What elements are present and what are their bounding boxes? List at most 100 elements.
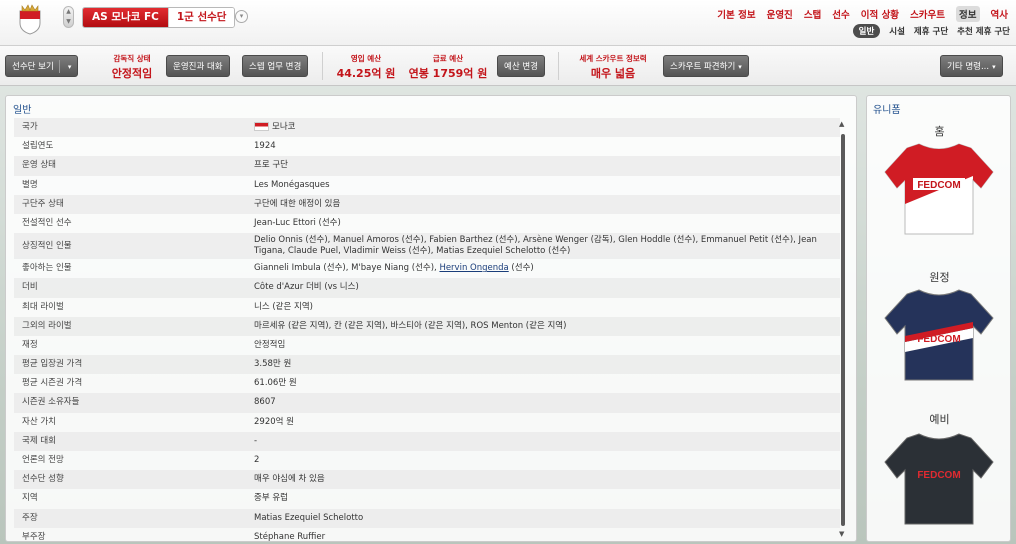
table-row: 상징적인 인물 Delio Onnis (선수), Manuel Amoros (… xyxy=(14,233,840,260)
row-value-text: - xyxy=(254,435,258,446)
subnav-item[interactable]: 제휴 구단 xyxy=(914,25,948,38)
third-shirt-icon: FEDCOM xyxy=(884,433,994,525)
row-value-text: 2 xyxy=(254,455,260,465)
row-value: Jean-Luc Ettori (선수) xyxy=(254,214,834,233)
row-value-text: Stéphane Ruffier xyxy=(254,531,326,542)
row-label: 선수단 성향 xyxy=(22,474,64,485)
home-shirt-icon: FEDCOM xyxy=(884,143,994,235)
row-value-text: 1924 xyxy=(254,141,276,152)
row-value: Matias Ezequiel Schelotto xyxy=(254,509,834,528)
board-talk-button[interactable]: 운영진과 대화 xyxy=(166,55,230,77)
row-value: 프로 구단 xyxy=(254,156,834,175)
table-row: 전설적인 선수 Jean-Luc Ettori (선수) xyxy=(14,214,840,233)
squad-tab[interactable]: 1군 선수단 xyxy=(167,8,235,27)
row-value-text: Côte d'Azur 더비 (vs 니스) xyxy=(254,282,359,293)
nav-item[interactable]: 스카우트 xyxy=(910,7,945,22)
table-row: 운영 상태 프로 구단 xyxy=(14,156,840,176)
row-value-text: 2920억 원 xyxy=(254,416,294,427)
row-value: Delio Onnis (선수), Manuel Amoros (선수), Fa… xyxy=(254,233,834,257)
kit-panel: 유니폼 홈 FEDCOM 원정 FEDCOM 예비 FEDCOM xyxy=(866,95,1011,542)
chevron-down-icon[interactable]: ▾ xyxy=(235,10,248,23)
row-value-text: 중부 유럽 xyxy=(254,493,288,504)
subnav-item[interactable]: 일반 xyxy=(852,24,881,38)
away-shirt-icon: FEDCOM xyxy=(884,289,994,381)
row-label: 지역 xyxy=(22,493,38,504)
scroll-down-icon[interactable]: ▼ xyxy=(839,530,844,538)
table-row: 주장 Matias Ezequiel Schelotto xyxy=(14,508,840,528)
away-kit-sponsor: FEDCOM xyxy=(917,334,960,345)
divider xyxy=(558,52,559,80)
table-row: 더비 Côte d'Azur 더비 (vs 니스) xyxy=(14,278,840,298)
home-kit-label: 홈 xyxy=(934,125,945,138)
row-value-text: 매우 야심에 차 있음 xyxy=(254,474,325,485)
row-label: 최대 라이벌 xyxy=(22,301,64,312)
scrollbar[interactable]: ▲ ▼ xyxy=(839,120,847,538)
main-nav: 기본 정보 운영진 스탭 선수 이적 상황 스카우트 정보 역사 xyxy=(717,6,1008,22)
row-value-text: Jean-Luc Ettori (선수) xyxy=(254,217,341,228)
nav-item[interactable]: 역사 xyxy=(991,7,1008,22)
table-row: 자산 가치 2920억 원 xyxy=(14,413,840,432)
row-value: 안정적임 xyxy=(254,336,834,355)
wage-budget: 급료 예산 연봉 1759억 원 xyxy=(408,53,488,81)
monaco-flag-icon xyxy=(254,122,269,131)
divider xyxy=(322,52,323,80)
nav-item[interactable]: 정보 xyxy=(956,6,980,22)
nav-item[interactable]: 스탭 xyxy=(804,7,821,22)
row-value-text: Gianneli Imbula (선수), M'baye Niang (선수), xyxy=(254,263,440,274)
person-link[interactable]: Hervin Ongenda xyxy=(439,263,508,273)
row-label: 국제 대회 xyxy=(22,435,56,446)
panel-title: 일반 xyxy=(13,105,32,116)
transfer-budget: 영입 예산 44.25억 원 xyxy=(336,53,396,81)
subnav-item[interactable]: 추천 제휴 구단 xyxy=(957,25,1010,38)
row-label: 자산 가치 xyxy=(22,416,56,427)
nav-item[interactable]: 이적 상황 xyxy=(861,7,899,22)
other-orders-button[interactable]: 기타 명령... ▾ xyxy=(940,55,1003,77)
kit-panel-title: 유니폼 xyxy=(873,105,901,116)
manager-status: 감독직 상태 안정적임 xyxy=(105,53,159,81)
row-label: 더비 xyxy=(22,282,38,293)
scout-range: 세계 스카우트 정보력 매우 넓음 xyxy=(570,53,656,81)
row-value-suffix: (선수) xyxy=(508,263,534,274)
table-row: 시즌권 소유자들 8607 xyxy=(14,393,840,413)
table-row: 그외의 라이벌 마르세유 (같은 지역), 칸 (같은 지역), 바스티아 (같은… xyxy=(14,316,840,336)
row-value: Gianneli Imbula (선수), M'baye Niang (선수),… xyxy=(254,259,834,278)
caret-down-icon: ▾ xyxy=(738,63,742,71)
row-label: 주장 xyxy=(22,512,38,523)
table-row: 설립연도 1924 xyxy=(14,137,840,156)
row-value: 2 xyxy=(254,451,834,470)
budget-change-button[interactable]: 예산 변경 xyxy=(497,55,545,77)
away-kit-label: 원정 xyxy=(929,271,950,284)
club-name-tab[interactable]: AS 모나코 FC xyxy=(83,8,168,27)
table-row: 선수단 성향 매우 야심에 차 있음 xyxy=(14,470,840,490)
squad-view-button[interactable]: 선수단 보기 ▾ xyxy=(5,55,79,77)
row-value: 중부 유럽 xyxy=(254,489,834,508)
table-row: 언론의 전망 2 xyxy=(14,451,840,470)
club-stepper[interactable]: ▲ ▼ xyxy=(63,6,74,28)
row-value: 매우 야심에 차 있음 xyxy=(254,470,834,489)
scroll-thumb[interactable] xyxy=(841,134,845,526)
caret-down-icon: ▾ xyxy=(992,63,996,71)
general-info-panel: 일반 국가 모나코 설립연도 1924 운영 상태 프로 구단 별명 Les Monégasq… xyxy=(5,95,857,542)
row-label: 그외의 라이벌 xyxy=(22,320,72,331)
row-label: 시즌권 소유자들 xyxy=(22,397,80,408)
row-value-text: 3.58만 원 xyxy=(254,359,292,370)
wage-budget-value: 연봉 1759억 원 xyxy=(408,67,488,80)
scout-dispatch-button[interactable]: 스카우트 파견하기 ▾ xyxy=(663,55,749,77)
top-bar: ▲ ▼ AS 모나코 FC 1군 선수단 ▾ 기본 정보 운영진 스탭 선수 이적 상황 스… xyxy=(0,0,1016,46)
staff-change-button[interactable]: 스텝 업무 변경 xyxy=(242,55,309,77)
info-table: 국가 모나코 설립연도 1924 운영 상태 프로 구단 별명 Les Monégasques… xyxy=(14,118,840,542)
nav-item[interactable]: 기본 정보 xyxy=(717,7,755,22)
table-row: 좋아하는 인물 Gianneli Imbula (선수), M'baye Nian… xyxy=(14,259,840,278)
nav-item[interactable]: 운영진 xyxy=(767,7,793,22)
nav-item[interactable]: 선수 xyxy=(832,7,849,22)
row-value-text: 61.06만 원 xyxy=(254,378,297,389)
row-value-text: 구단에 대한 애정이 있음 xyxy=(254,198,341,209)
subnav-item[interactable]: 시설 xyxy=(889,25,905,38)
table-row: 재정 안정적임 xyxy=(14,336,840,355)
row-value: 8607 xyxy=(254,393,834,412)
scroll-up-icon[interactable]: ▲ xyxy=(839,120,844,128)
row-label: 구단주 상태 xyxy=(22,198,64,209)
club-crest-icon[interactable] xyxy=(16,2,44,35)
manager-status-value: 안정적임 xyxy=(111,67,153,80)
row-value-text: 마르세유 (같은 지역), 칸 (같은 지역), 바스티아 (같은 지역), R… xyxy=(254,320,567,331)
